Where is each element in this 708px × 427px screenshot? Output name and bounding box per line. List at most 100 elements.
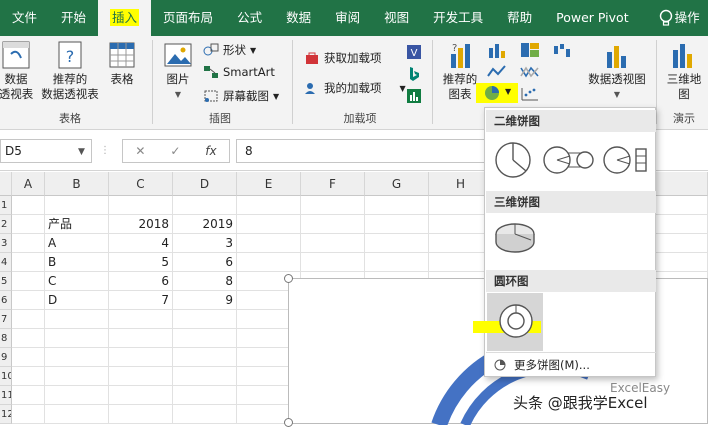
grid-cell[interactable] (45, 329, 109, 348)
cell-B5[interactable]: C (45, 272, 109, 291)
grid-cell[interactable] (12, 367, 45, 386)
grid-cell[interactable] (12, 234, 45, 253)
grid-cell[interactable] (45, 196, 109, 215)
tab-insert[interactable]: 插入 (98, 0, 152, 36)
smartart-button[interactable]: SmartArt (203, 65, 275, 79)
row-header[interactable]: 5 (0, 272, 12, 291)
row-header[interactable]: 8 (0, 329, 12, 348)
cell-D3[interactable]: 3 (173, 234, 237, 253)
name-box-chevron-icon[interactable]: ▼ (78, 147, 85, 157)
column-header-G[interactable]: G (365, 172, 429, 196)
tab-review[interactable]: 审阅 (323, 0, 372, 36)
grid-cell[interactable] (12, 348, 45, 367)
grid-cell[interactable] (173, 367, 237, 386)
grid-cell[interactable] (365, 215, 429, 234)
cell-B6[interactable]: D (45, 291, 109, 310)
pie-3d-icon[interactable] (493, 220, 537, 256)
pie-chart-icon[interactable] (484, 85, 502, 101)
pie-2d-icon[interactable] (493, 140, 533, 180)
grid-cell[interactable] (301, 196, 365, 215)
grid-cell[interactable] (237, 234, 301, 253)
grid-cell[interactable] (12, 272, 45, 291)
hierarchy-chart-icon[interactable] (520, 42, 540, 58)
grid-cell[interactable] (45, 348, 109, 367)
grid-cell[interactable] (12, 291, 45, 310)
visio-icon[interactable]: V (406, 44, 422, 60)
grid-cell[interactable] (173, 405, 237, 424)
pictures-button[interactable]: 图片 ▼ (160, 40, 196, 102)
grid-cell[interactable] (109, 196, 173, 215)
3d-map-button[interactable]: 三维地 图 (664, 40, 704, 102)
cell-D5[interactable]: 8 (173, 272, 237, 291)
grid-cell[interactable] (109, 348, 173, 367)
grid-cell[interactable] (12, 405, 45, 424)
grid-cell[interactable] (12, 386, 45, 405)
grid-cell[interactable] (301, 253, 365, 272)
grid-cell[interactable] (109, 329, 173, 348)
recommended-charts-button[interactable]: ? 推荐的 图表 (440, 40, 480, 102)
chart-resize-handle[interactable] (284, 418, 293, 427)
cell-D2[interactable]: 2019 (173, 215, 237, 234)
column-header-F[interactable]: F (301, 172, 365, 196)
bing-icon[interactable] (406, 66, 422, 82)
recommended-pivot-button[interactable]: ? 推荐的 数据透视表 (40, 40, 100, 102)
tab-home[interactable]: 开始 (49, 0, 98, 36)
grid-cell[interactable] (109, 367, 173, 386)
grid-cell[interactable] (173, 329, 237, 348)
grid-cell[interactable] (365, 253, 429, 272)
grid-cell[interactable] (12, 253, 45, 272)
grid-cell[interactable] (45, 405, 109, 424)
grid-cell[interactable] (365, 196, 429, 215)
grid-cell[interactable] (45, 310, 109, 329)
enter-check-icon[interactable]: ✓ (170, 144, 180, 158)
line-chart-icon[interactable] (487, 64, 507, 80)
insert-function-button[interactable]: fx (205, 144, 216, 158)
cancel-icon[interactable]: ✕ (135, 144, 145, 158)
row-header[interactable]: 4 (0, 253, 12, 272)
grid-cell[interactable] (173, 348, 237, 367)
grid-cell[interactable] (12, 196, 45, 215)
column-header-E[interactable]: E (237, 172, 301, 196)
tab-developer[interactable]: 开发工具 (421, 0, 495, 36)
grid-cell[interactable] (45, 386, 109, 405)
chart-resize-handle[interactable] (284, 274, 293, 283)
cell-C2[interactable]: 2018 (109, 215, 173, 234)
grid-cell[interactable] (12, 329, 45, 348)
bar-of-pie-icon[interactable] (603, 144, 651, 176)
cell-C3[interactable]: 4 (109, 234, 173, 253)
column-chart-icon[interactable] (487, 42, 507, 58)
people-graph-icon[interactable] (406, 88, 422, 104)
donut-chart-icon[interactable] (496, 301, 536, 341)
cell-B2[interactable]: 产品 (45, 215, 109, 234)
shapes-button[interactable]: 形状 ▼ (203, 42, 256, 58)
screenshot-button[interactable]: 屏幕截图 ▼ (203, 88, 279, 104)
cell-C4[interactable]: 5 (109, 253, 173, 272)
tab-power-pivot[interactable]: Power Pivot (544, 0, 640, 36)
formula-input[interactable]: 8 (236, 139, 486, 163)
grid-cell[interactable] (173, 386, 237, 405)
column-header-D[interactable]: D (173, 172, 237, 196)
row-header[interactable]: 1 (0, 196, 12, 215)
waterfall-chart-icon[interactable] (552, 42, 572, 58)
row-header[interactable]: 2 (0, 215, 12, 234)
grid-cell[interactable] (173, 196, 237, 215)
grid-cell[interactable] (12, 215, 45, 234)
tab-view[interactable]: 视图 (372, 0, 421, 36)
more-pie-charts-link[interactable]: 更多饼图(M)... (486, 352, 656, 376)
row-header[interactable]: 6 (0, 291, 12, 310)
grid-cell[interactable] (109, 386, 173, 405)
grid-cell[interactable] (109, 310, 173, 329)
column-header-C[interactable]: C (109, 172, 173, 196)
grid-cell[interactable] (45, 367, 109, 386)
statistic-chart-icon[interactable] (520, 64, 540, 80)
grid-cell[interactable] (237, 253, 301, 272)
table-button[interactable]: 表格 (104, 40, 140, 87)
grid-cell[interactable] (301, 215, 365, 234)
column-header-A[interactable]: A (12, 172, 45, 196)
grid-cell[interactable] (173, 310, 237, 329)
pie-chart-chevron-icon[interactable]: ▼ (505, 87, 511, 96)
select-all-corner[interactable] (0, 172, 12, 196)
column-header-B[interactable]: B (45, 172, 109, 196)
grid-cell[interactable] (237, 215, 301, 234)
scatter-chart-icon[interactable] (520, 86, 540, 102)
